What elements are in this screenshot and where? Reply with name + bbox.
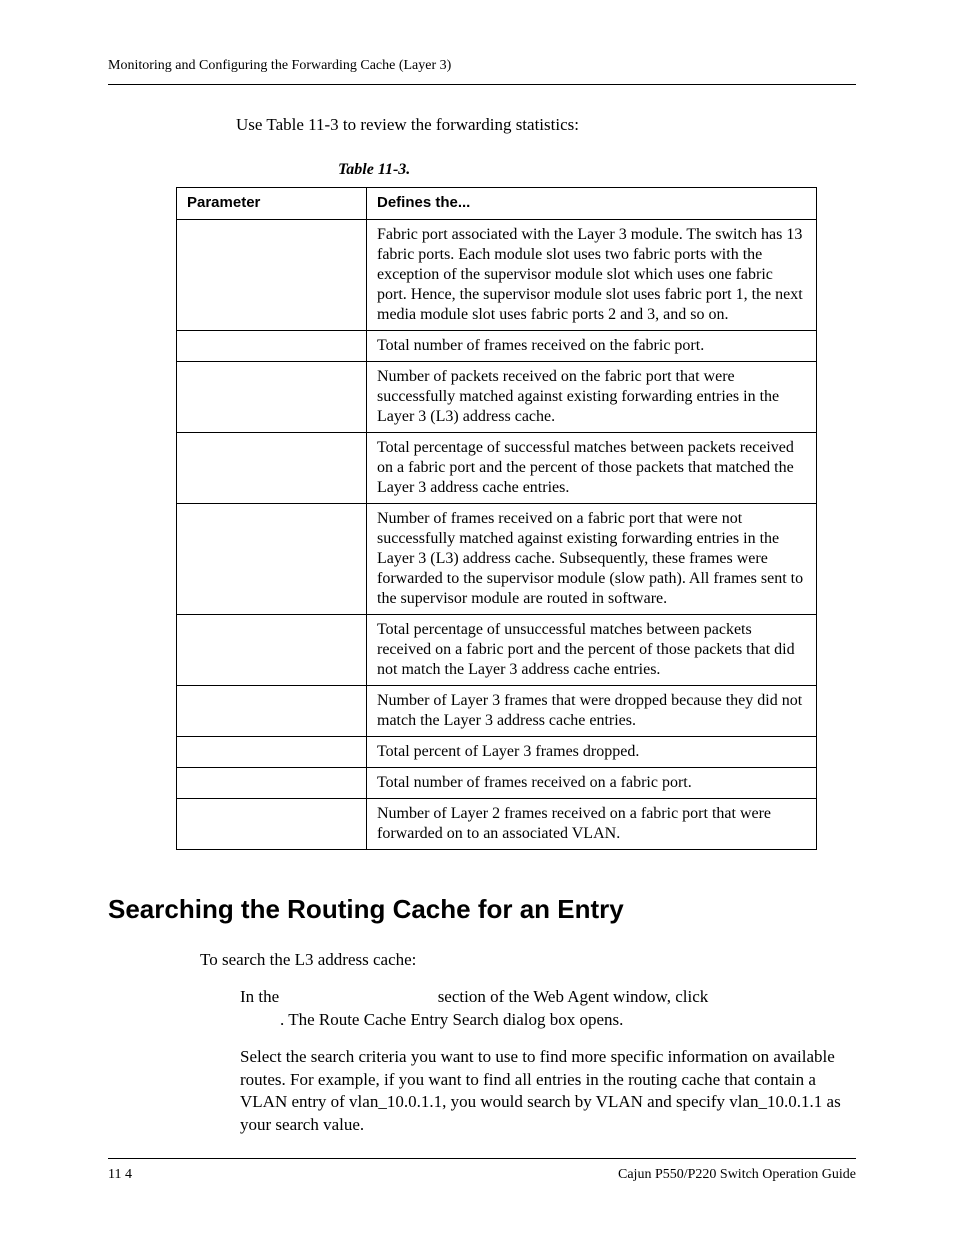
footer-rule xyxy=(108,1158,856,1159)
section-heading: Searching the Routing Cache for an Entry xyxy=(108,894,856,925)
step-2: Select the search criteria you want to u… xyxy=(240,1046,856,1138)
table-row: Total number of frames received on the f… xyxy=(177,330,817,361)
table-row: Number of packets received on the fabric… xyxy=(177,361,817,432)
table-caption: Table 11-3. xyxy=(338,161,856,179)
cell-definition: Number of packets received on the fabric… xyxy=(367,361,817,432)
cell-definition: Total percentage of successful matches b… xyxy=(367,432,817,503)
page-number: 11 4 xyxy=(108,1167,132,1183)
table-row: Total percentage of successful matches b… xyxy=(177,432,817,503)
cell-definition: Number of frames received on a fabric po… xyxy=(367,503,817,614)
header-rule xyxy=(108,84,856,85)
step-1-part-b: section of the Web Agent window, click xyxy=(438,987,709,1006)
table-row: Total number of frames received on a fab… xyxy=(177,767,817,798)
table-row: Number of frames received on a fabric po… xyxy=(177,503,817,614)
page-footer: 11 4 Cajun P550/P220 Switch Operation Gu… xyxy=(108,1158,856,1183)
cell-definition: Number of Layer 3 frames that were dropp… xyxy=(367,685,817,736)
table-row: Fabric port associated with the Layer 3 … xyxy=(177,219,817,330)
step-1: In the section of the Web Agent window, … xyxy=(240,986,856,1032)
forwarding-statistics-table: Parameter Defines the... Fabric port ass… xyxy=(176,187,817,850)
cell-parameter xyxy=(177,767,367,798)
cell-parameter xyxy=(177,503,367,614)
cell-definition: Total number of frames received on the f… xyxy=(367,330,817,361)
cell-definition: Total percent of Layer 3 frames dropped. xyxy=(367,736,817,767)
cell-definition: Total percentage of unsuccessful matches… xyxy=(367,614,817,685)
step-1-part-a: In the xyxy=(240,987,279,1006)
cell-parameter xyxy=(177,736,367,767)
table-row: Total percentage of unsuccessful matches… xyxy=(177,614,817,685)
cell-parameter xyxy=(177,798,367,849)
table-header-row: Parameter Defines the... xyxy=(177,188,817,220)
cell-parameter xyxy=(177,432,367,503)
cell-definition: Fabric port associated with the Layer 3 … xyxy=(367,219,817,330)
cell-definition: Number of Layer 2 frames received on a f… xyxy=(367,798,817,849)
cell-parameter xyxy=(177,330,367,361)
column-header-parameter: Parameter xyxy=(177,188,367,220)
cell-parameter xyxy=(177,614,367,685)
table-row: Number of Layer 2 frames received on a f… xyxy=(177,798,817,849)
cell-parameter xyxy=(177,361,367,432)
column-header-defines: Defines the... xyxy=(367,188,817,220)
cell-parameter xyxy=(177,685,367,736)
table-row: Number of Layer 3 frames that were dropp… xyxy=(177,685,817,736)
footer-guide-title: Cajun P550/P220 Switch Operation Guide xyxy=(618,1167,856,1183)
running-head: Monitoring and Configuring the Forwardin… xyxy=(108,58,856,74)
intro-text: Use Table 11-3 to review the forwarding … xyxy=(236,115,856,135)
section-lead: To search the L3 address cache: xyxy=(200,949,856,972)
cell-definition: Total number of frames received on a fab… xyxy=(367,767,817,798)
page: Monitoring and Configuring the Forwardin… xyxy=(0,0,954,1235)
step-1-part-c: . The Route Cache Entry Search dialog bo… xyxy=(280,1010,623,1029)
table-row: Total percent of Layer 3 frames dropped. xyxy=(177,736,817,767)
cell-parameter xyxy=(177,219,367,330)
